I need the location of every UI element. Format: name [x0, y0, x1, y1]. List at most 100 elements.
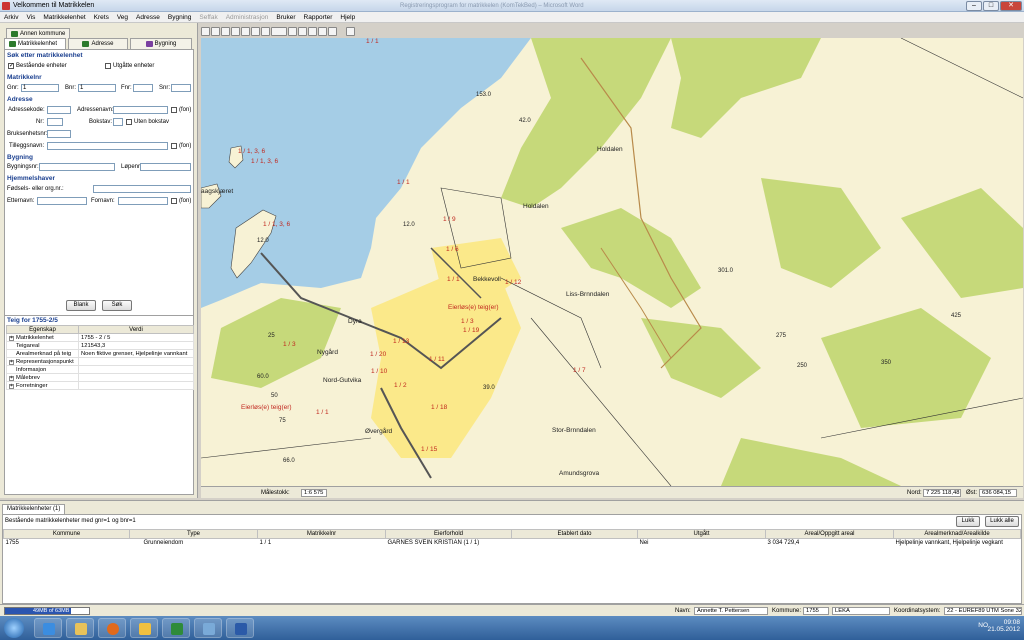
menu-rapporter[interactable]: Rapporter [304, 14, 333, 21]
eierlos-label[interactable]: Eierløs(e) teig(er) [448, 304, 499, 311]
col-kommune[interactable]: Kommune [3, 529, 130, 539]
parcel-label[interactable]: 1 / 18 [431, 404, 447, 411]
gnr-input[interactable]: 1 [21, 84, 59, 92]
parcel-label[interactable]: 1 / 9 [443, 216, 456, 223]
adressekode-input[interactable] [47, 106, 71, 114]
select-icon[interactable] [298, 27, 307, 36]
parcel-label[interactable]: 1 / 1 [316, 409, 329, 416]
col-utgatt[interactable]: Utgått [637, 529, 766, 539]
menu-adresse[interactable]: Adresse [136, 14, 160, 21]
nr-input[interactable] [47, 118, 63, 126]
table-row[interactable]: 1755 Grunneiendom 1 / 1 GARNES SVEIN KRI… [4, 539, 1021, 548]
fnr-input[interactable] [133, 84, 153, 92]
zoom-full-icon[interactable] [261, 27, 270, 36]
menu-bygning[interactable]: Bygning [168, 14, 192, 21]
expand-icon[interactable]: + [9, 335, 14, 341]
parcel-label[interactable]: 1 / 1 [447, 276, 460, 283]
tab-matrikkelenheter[interactable]: Matrikkelenheter (1) [2, 504, 66, 514]
parcel-label[interactable]: 1 / 15 [421, 446, 437, 453]
col-arealmerknad[interactable]: Arealmerknad/Arealkilde [893, 529, 1021, 539]
table-row[interactable]: Arealmerknad på teig Noen fiktive grense… [6, 349, 194, 358]
taskbar-word[interactable] [226, 618, 254, 638]
tilleggsnavn-fon-checkbox[interactable] [171, 143, 177, 149]
minimize-button[interactable]: – [966, 1, 982, 11]
table-row[interactable]: Informasjon [6, 365, 194, 374]
parcel-label[interactable]: 1 / 13 [393, 338, 409, 345]
expand-icon[interactable]: + [9, 359, 14, 365]
bokstav-input[interactable] [113, 118, 123, 126]
lukk-button[interactable]: Lukk [956, 516, 980, 527]
search-icon[interactable] [308, 27, 317, 36]
menu-veg[interactable]: Veg [117, 14, 128, 21]
parcel-label[interactable]: 1 / 2 [394, 382, 407, 389]
pan-icon[interactable] [221, 27, 230, 36]
tab-bygning[interactable]: Bygning [130, 38, 192, 49]
bestaende-checkbox[interactable] [8, 62, 14, 69]
parcel-label[interactable]: 1 / 11 [429, 356, 445, 363]
next-extent-icon[interactable] [241, 27, 250, 36]
snr-input[interactable] [171, 84, 191, 92]
fornavn-input[interactable] [118, 197, 168, 205]
zoom-extent-icon[interactable] [288, 27, 297, 36]
taskbar-matrikkel[interactable] [194, 618, 222, 638]
adressenavn-input[interactable] [113, 106, 168, 114]
col-etablert-dato[interactable]: Etablert dato [511, 529, 638, 539]
expand-icon[interactable]: + [9, 375, 14, 381]
maximize-button[interactable]: □ [983, 1, 999, 11]
zoom-100-icon[interactable] [271, 27, 287, 36]
blank-button[interactable]: Blank [66, 300, 96, 311]
zoom-out-icon[interactable] [211, 27, 220, 36]
menu-bruker[interactable]: Bruker [276, 14, 295, 21]
menu-vis[interactable]: Vis [26, 14, 35, 21]
table-row[interactable]: + Representasjonspunkt [6, 357, 194, 366]
parcel-label[interactable]: 1 / 1 [397, 179, 410, 186]
bygningsnr-input[interactable] [39, 163, 115, 171]
fodsels-input[interactable] [93, 185, 191, 193]
uten-bokstav-checkbox[interactable] [126, 119, 132, 125]
taskbar-excel[interactable] [162, 618, 190, 638]
zoom-in-icon[interactable] [201, 27, 210, 36]
col-areal[interactable]: Areal/Oppgitt areal [765, 529, 894, 539]
print-icon[interactable] [346, 27, 355, 36]
lopenr-input[interactable] [140, 163, 191, 171]
taskbar-outlook[interactable] [130, 618, 158, 638]
scale-value[interactable]: 1:6 575 [301, 489, 327, 497]
layer-icon[interactable] [318, 27, 327, 36]
map-view[interactable]: Holdalen Holdalen Liss-Brnndalen Bekkevo… [201, 38, 1023, 486]
taskbar-firefox[interactable] [98, 618, 126, 638]
menu-hjelp[interactable]: Hjelp [340, 14, 355, 21]
parcel-label[interactable]: 1 / 3 [461, 318, 474, 325]
parcel-label[interactable]: 1 / 1, 3, 6 [251, 158, 278, 165]
parcel-label[interactable]: 1 / 1 [366, 38, 379, 45]
start-button[interactable] [4, 618, 24, 638]
measure-icon[interactable] [328, 27, 337, 36]
eierlos-label[interactable]: Eierløs(e) teig(er) [241, 404, 292, 411]
sok-button[interactable]: Søk [102, 300, 132, 311]
menu-arkiv[interactable]: Arkiv [4, 14, 18, 21]
col-matrikkelnr[interactable]: Matrikkelnr [257, 529, 386, 539]
tab-adresse[interactable]: Adresse [68, 38, 128, 49]
refresh-icon[interactable] [251, 27, 260, 36]
close-button[interactable]: ✕ [1000, 1, 1022, 11]
parcel-label[interactable]: 1 / 19 [463, 327, 479, 334]
etternavn-input[interactable] [37, 197, 87, 205]
parcel-label[interactable]: 1 / 3 [283, 341, 296, 348]
tab-matrikkelenhet[interactable]: Matrikkelenhet [4, 38, 66, 49]
clock[interactable]: 09:08 21.05.2012 [987, 619, 1020, 633]
parcel-label[interactable]: 1 / 10 [371, 368, 387, 375]
taskbar-explorer[interactable] [66, 618, 94, 638]
table-row[interactable]: + Målebrev [6, 373, 194, 382]
tilleggsnavn-input[interactable] [47, 142, 168, 150]
parcel-label[interactable]: 1 / 1, 3, 6 [238, 148, 265, 155]
col-type[interactable]: Type [129, 529, 258, 539]
previous-extent-icon[interactable] [231, 27, 240, 36]
fornavn-fon-checkbox[interactable] [171, 198, 177, 204]
lukk-alle-button[interactable]: Lukk alle [985, 516, 1019, 527]
menu-krets[interactable]: Krets [94, 14, 109, 21]
parcel-label[interactable]: 1 / 1, 3, 6 [263, 221, 290, 228]
parcel-label[interactable]: 1 / 12 [505, 279, 521, 286]
utgatte-checkbox[interactable] [105, 63, 111, 69]
adressenavn-fon-checkbox[interactable] [171, 107, 177, 113]
parcel-label[interactable]: 1 / 6 [446, 246, 459, 253]
table-row[interactable]: + Matrikkelenhet 1755 - 2 / 5 [6, 333, 194, 342]
